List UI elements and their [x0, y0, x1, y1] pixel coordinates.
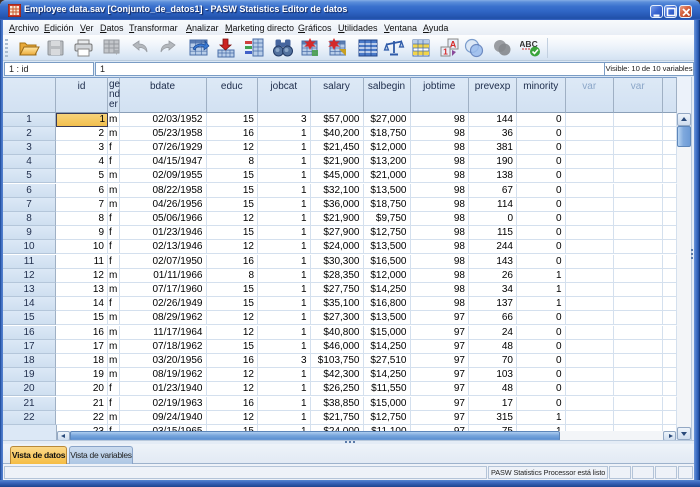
svg-text:A: A: [450, 40, 457, 50]
svg-text:1: 1: [443, 47, 448, 57]
